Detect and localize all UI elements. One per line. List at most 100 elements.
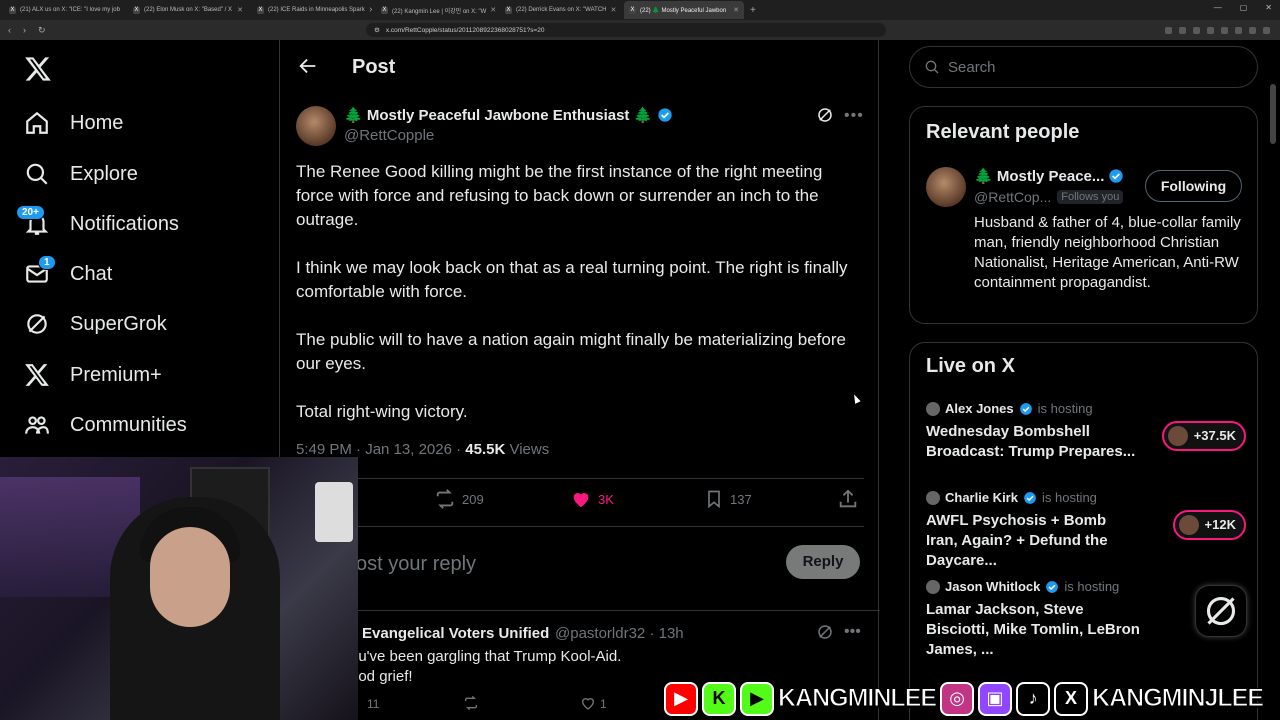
browser-tab[interactable]: X(21) ALX us on X: "ICE: "I love my job✕ bbox=[4, 1, 124, 19]
close-tab-icon[interactable]: ✕ bbox=[237, 6, 243, 14]
close-tab-icon[interactable]: ✕ bbox=[733, 6, 739, 14]
verified-badge-icon bbox=[658, 108, 672, 122]
reply-author-name[interactable]: Evangelical Voters Unified bbox=[362, 625, 549, 642]
sidebar-item-communities[interactable]: Communities bbox=[24, 405, 187, 445]
listener-count[interactable]: +37.5K bbox=[1161, 421, 1246, 451]
extension-icons bbox=[1165, 26, 1270, 34]
live-on-x-card: Live on X Alex Jones is hosting Wednesda… bbox=[909, 342, 1258, 720]
grok-floating-button[interactable] bbox=[1195, 585, 1247, 637]
x-favicon-icon: X bbox=[257, 6, 264, 14]
browser-tab[interactable]: X (22) Elon Musk on X: "Based" / X ✕ bbox=[128, 1, 248, 19]
grok-icon[interactable] bbox=[816, 623, 834, 641]
back-icon[interactable]: ‹ bbox=[8, 25, 11, 36]
bookmark-icon bbox=[708, 490, 720, 509]
maximize-icon[interactable]: ▢ bbox=[1240, 3, 1248, 12]
post-text: The Renee Good killing might be the firs… bbox=[296, 160, 856, 448]
search-input[interactable]: Search bbox=[909, 46, 1258, 88]
more-options-icon[interactable]: ••• bbox=[844, 107, 864, 125]
scrollbar[interactable] bbox=[1270, 84, 1276, 144]
share-button[interactable] bbox=[837, 488, 859, 510]
sidebar-item-home[interactable]: Home bbox=[24, 103, 123, 143]
extension-icon[interactable] bbox=[1249, 26, 1256, 34]
browser-nav-buttons: ‹ › ↻ bbox=[0, 25, 60, 36]
browser-toolbar: ‹ › ↻ ⚙ x.com/RettCopple/status/20112089… bbox=[0, 20, 1280, 40]
channel-name: KANGMINJLEE bbox=[1092, 684, 1265, 713]
reply-count[interactable]: 11 bbox=[367, 697, 379, 711]
extension-icon[interactable] bbox=[1193, 26, 1200, 34]
live-item[interactable]: Charlie Kirk is hosting AWFL Psychosis +… bbox=[926, 490, 1246, 571]
minimize-icon[interactable]: — bbox=[1214, 3, 1222, 12]
following-button[interactable]: Following bbox=[1145, 170, 1242, 202]
live-title: Wednesday Bombshell Broadcast: Trump Pre… bbox=[926, 423, 1136, 460]
sidebar-item-explore[interactable]: Explore bbox=[24, 154, 138, 194]
like-button[interactable]: 3K bbox=[570, 488, 614, 510]
heart-icon[interactable] bbox=[580, 695, 596, 711]
grok-icon bbox=[1206, 596, 1236, 626]
reload-icon[interactable]: ↻ bbox=[38, 25, 46, 36]
browser-tab-active[interactable]: X (22) 🌲 Mostly Peaceful Jawbon ✕ bbox=[624, 1, 744, 19]
close-tab-icon[interactable]: ✕ bbox=[490, 6, 496, 14]
reply-button[interactable]: Reply bbox=[786, 545, 860, 579]
extension-icon[interactable] bbox=[1179, 26, 1186, 34]
extension-icon[interactable] bbox=[1235, 26, 1242, 34]
verified-badge-icon bbox=[1024, 491, 1036, 504]
reply-input[interactable]: ost your reply bbox=[356, 553, 476, 576]
search-icon bbox=[26, 163, 48, 185]
avatar bbox=[926, 579, 940, 594]
post-paragraph: The Renee Good killing might be the firs… bbox=[296, 162, 823, 229]
sidebar-item-chat[interactable]: 1 Chat bbox=[24, 254, 112, 294]
live-host: Alex Jones is hosting bbox=[926, 401, 1246, 416]
bookmark-button[interactable]: 137 bbox=[704, 488, 752, 510]
close-tab-icon[interactable]: ✕ bbox=[369, 6, 372, 14]
repost-icon[interactable] bbox=[462, 695, 480, 711]
browser-tab-bar: X(21) ALX us on X: "ICE: "I love my job✕… bbox=[0, 0, 1280, 20]
new-tab-icon[interactable]: + bbox=[750, 5, 756, 16]
extension-icon[interactable] bbox=[1207, 26, 1214, 34]
x-logo-icon: X bbox=[1054, 681, 1089, 716]
grok-icon[interactable] bbox=[816, 106, 834, 124]
right-sidebar: Search Relevant people 🌲 Mostly Peace...… bbox=[879, 40, 1280, 720]
address-bar[interactable]: ⚙ x.com/RettCopple/status/20112089223680… bbox=[366, 23, 886, 37]
chat-badge: 1 bbox=[38, 255, 56, 270]
relevant-people-card: Relevant people 🌲 Mostly Peace... @RettC… bbox=[909, 106, 1258, 324]
x-favicon-icon: X bbox=[9, 6, 16, 14]
author-handle[interactable]: @RettCopple bbox=[344, 127, 434, 144]
url-text: x.com/RettCopple/status/2011208922368028… bbox=[385, 26, 545, 34]
forward-icon[interactable]: › bbox=[23, 25, 26, 36]
extension-icon[interactable] bbox=[1165, 26, 1172, 34]
webcam-overlay bbox=[0, 457, 358, 720]
live-title: Lamar Jackson, Steve Bisciotti, Mike Tom… bbox=[926, 601, 1140, 658]
reply-author-handle[interactable]: @pastorldr32 · 13h bbox=[555, 625, 684, 642]
back-arrow-icon[interactable] bbox=[297, 55, 319, 77]
share-icon bbox=[839, 489, 857, 508]
avatar[interactable] bbox=[926, 167, 966, 207]
avatar[interactable] bbox=[296, 106, 336, 146]
repost-button[interactable]: 209 bbox=[434, 488, 484, 510]
extension-icon[interactable] bbox=[1263, 26, 1270, 34]
x-logo-icon[interactable] bbox=[24, 55, 52, 83]
extension-icon[interactable] bbox=[1221, 26, 1228, 34]
listener-count[interactable]: +12K bbox=[1172, 510, 1246, 540]
more-options-icon[interactable]: ••• bbox=[844, 623, 861, 641]
window-controls: — ▢ ✕ bbox=[1214, 3, 1272, 12]
site-info-icon[interactable]: ⚙ bbox=[374, 26, 380, 34]
browser-tab[interactable]: X (22) ICE Raids in Minneapolis Spark ✕ bbox=[252, 1, 372, 19]
sidebar-item-premium[interactable]: Premium+ bbox=[24, 355, 162, 395]
tiktok-icon: ♪ bbox=[1016, 681, 1051, 716]
notification-badge: 20+ bbox=[16, 205, 45, 220]
close-window-icon[interactable]: ✕ bbox=[1265, 3, 1272, 12]
browser-tab[interactable]: X (22) Kangmin Lee | 이강민 on X: "W ✕ bbox=[376, 1, 496, 19]
avatar bbox=[1178, 515, 1199, 535]
live-host: Charlie Kirk is hosting bbox=[926, 490, 1246, 505]
sidebar-item-notifications[interactable]: 20+ Notifications bbox=[16, 204, 179, 244]
live-item[interactable]: Alex Jones is hosting Wednesday Bombshel… bbox=[926, 401, 1246, 462]
x-favicon-icon: X bbox=[505, 6, 512, 14]
sidebar-item-supergrok[interactable]: SuperGrok bbox=[24, 304, 167, 344]
channel-name: KANGMINLEE bbox=[777, 684, 937, 713]
card-title: Relevant people bbox=[926, 121, 1080, 143]
browser-tab[interactable]: X (22) Derrick Evans on X: "WATCH ✕ bbox=[500, 1, 620, 19]
close-tab-icon[interactable]: ✕ bbox=[610, 6, 616, 14]
author-name[interactable]: 🌲 Mostly Peaceful Jawbone Enthusiast 🌲 bbox=[344, 106, 673, 124]
person-name[interactable]: 🌲 Mostly Peace... bbox=[974, 167, 1124, 185]
x-logo-icon bbox=[25, 364, 49, 386]
